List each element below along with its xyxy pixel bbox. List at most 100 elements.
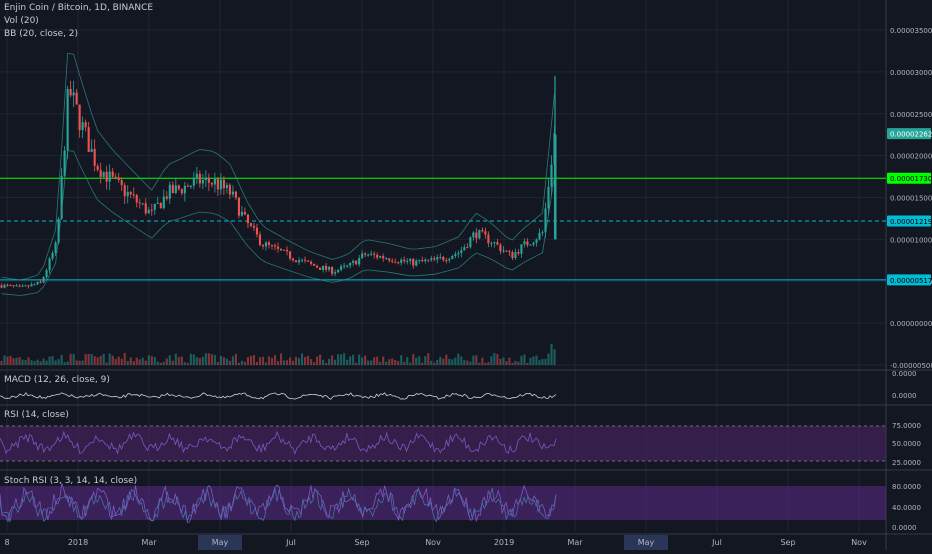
volume-bar xyxy=(270,357,274,365)
volume-bar xyxy=(478,362,481,365)
volume-bar xyxy=(249,355,253,365)
candle-body xyxy=(213,178,216,185)
candle-body xyxy=(240,211,243,216)
candle-body xyxy=(445,260,448,262)
candle-body xyxy=(514,252,517,258)
candle-body xyxy=(234,191,237,198)
candle-body xyxy=(322,265,325,270)
candle-body xyxy=(418,260,421,262)
volume-bar xyxy=(412,354,415,365)
candle-body xyxy=(132,194,135,196)
candle-body xyxy=(273,245,277,247)
macd-line xyxy=(0,392,557,400)
candle-body xyxy=(69,88,72,96)
candle-body xyxy=(313,263,316,266)
price-tick-label: 0.00003500 xyxy=(890,27,932,35)
volume-bar xyxy=(93,356,96,365)
volume-bar xyxy=(99,355,102,365)
volume-bar xyxy=(84,354,87,365)
volume-bar xyxy=(499,358,502,365)
candle-body xyxy=(406,260,409,262)
chart-area[interactable]: 0.00003500 0.00003000 0.00002500 0.00002000… xyxy=(0,0,932,550)
candle-body xyxy=(532,242,535,245)
volume-bar xyxy=(511,362,514,365)
candle-body xyxy=(114,176,117,178)
volume-bar xyxy=(448,358,451,365)
volume-bar xyxy=(382,356,385,365)
candle-body xyxy=(15,285,18,287)
volume-bar xyxy=(195,357,198,365)
candle-body xyxy=(225,184,228,189)
candle-body xyxy=(457,253,460,255)
candle-body xyxy=(33,284,36,286)
volume-bar xyxy=(343,353,346,365)
volume-bar xyxy=(418,356,421,365)
candle-body xyxy=(231,191,234,195)
volume-bar xyxy=(544,358,547,365)
volume-bar xyxy=(379,361,382,365)
candle-body xyxy=(358,258,361,265)
candle-body xyxy=(310,261,313,264)
candle-body xyxy=(153,203,156,210)
volume-bar xyxy=(156,361,159,365)
candle-body xyxy=(279,248,283,251)
stoch-axis-label: 40.0000 xyxy=(892,504,921,512)
volume-bar xyxy=(340,354,343,365)
volume-bar xyxy=(33,361,36,365)
volume-bar xyxy=(162,361,165,365)
volume-bar xyxy=(319,354,322,365)
candle-body xyxy=(204,177,207,181)
volume-bar xyxy=(355,362,358,365)
candle-body xyxy=(0,285,3,288)
volume-bar xyxy=(3,355,6,365)
volume-bar xyxy=(475,355,478,365)
volume-bar xyxy=(496,354,499,365)
volume-bar xyxy=(258,357,262,365)
volume-bar xyxy=(430,360,433,365)
volume-bar xyxy=(288,357,292,365)
bollinger-lower xyxy=(1,150,555,296)
candle-body xyxy=(451,256,454,259)
candle-body xyxy=(246,214,249,224)
candle-body xyxy=(505,250,508,252)
volume-bar xyxy=(75,360,78,365)
volume-bar xyxy=(346,359,349,365)
volume-bar xyxy=(147,355,150,365)
spike-candle xyxy=(554,134,557,240)
candle-body xyxy=(6,284,9,286)
candle-body xyxy=(352,260,355,263)
price-tick-label: 0.00002500 xyxy=(890,111,932,119)
volume-bar xyxy=(168,355,171,365)
candle-body xyxy=(391,260,394,262)
volume-bar xyxy=(276,361,280,365)
volume-bar xyxy=(481,357,484,365)
volume-bar xyxy=(255,361,259,365)
candle-body xyxy=(523,241,526,245)
volume-bar xyxy=(337,354,340,365)
candle-body xyxy=(316,265,319,268)
volume-bar xyxy=(310,359,313,365)
volume-bar xyxy=(294,356,298,365)
volume-bar xyxy=(472,355,475,365)
volume-bar xyxy=(36,359,39,365)
candle-body xyxy=(502,250,505,252)
candle-body xyxy=(285,249,289,252)
candle-body xyxy=(24,285,27,287)
volume-bar xyxy=(111,355,114,365)
volume-bar xyxy=(189,353,192,365)
volume-bar xyxy=(331,355,334,365)
candle-body xyxy=(433,258,436,260)
candle-body xyxy=(27,285,30,287)
candle-body xyxy=(54,242,57,253)
candle-body xyxy=(415,260,418,266)
volume-bar xyxy=(60,354,63,365)
volume-bar xyxy=(445,354,448,365)
candle-body xyxy=(90,148,93,152)
volume-bar xyxy=(370,360,373,365)
price-tick-label: 0.00001000 xyxy=(890,236,932,244)
volume-bar xyxy=(246,357,249,365)
candle-body xyxy=(481,229,484,232)
candle-body xyxy=(84,122,87,128)
volume-bar xyxy=(78,360,81,365)
chart-svg[interactable]: 0.00003500 0.00003000 0.00002500 0.00002000… xyxy=(0,0,932,550)
